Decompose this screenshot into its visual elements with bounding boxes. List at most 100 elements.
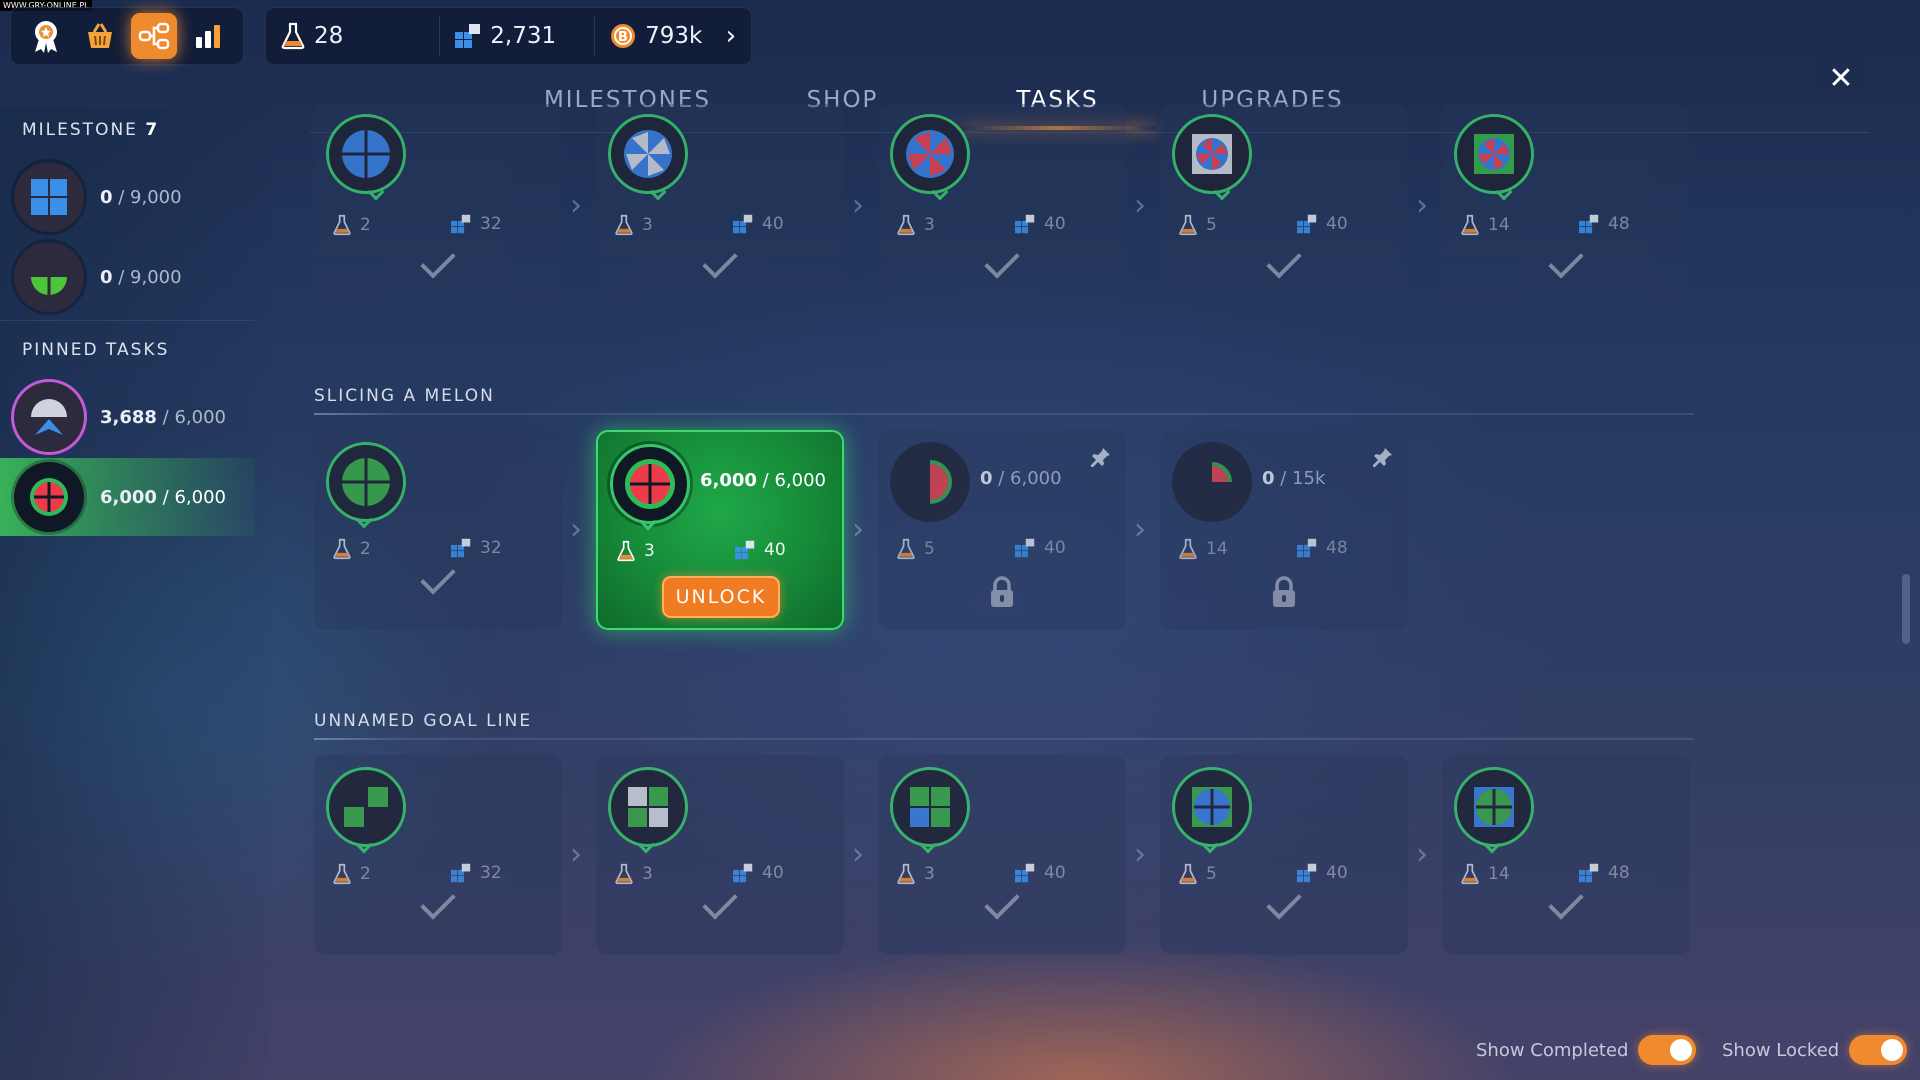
task-progress: 6,000 / 6,000 <box>700 470 826 491</box>
close-button[interactable]: ✕ <box>1815 53 1867 103</box>
parts-blocks-icon <box>733 214 753 234</box>
parts-blocks-icon <box>1579 863 1599 883</box>
task-card[interactable]: 2 32 <box>314 755 562 955</box>
green-circle-in-blue-square-icon <box>1474 787 1514 827</box>
stats-nav-button[interactable] <box>185 13 231 59</box>
parts-cost: 40 <box>1296 863 1348 883</box>
task-shape-badge <box>326 114 406 194</box>
resource-bar: 28 2,731 B 793k › <box>265 7 752 65</box>
task-card-locked[interactable]: 0 / 15k 14 48 <box>1160 430 1408 630</box>
checkmark-icon <box>1266 884 1302 920</box>
windmill-in-square-icon <box>1192 134 1232 174</box>
checkmark-icon <box>1548 243 1584 279</box>
parts-cost: 40 <box>1296 214 1348 234</box>
task-card[interactable]: 2 32 <box>314 104 562 304</box>
task-shape-badge <box>1172 767 1252 847</box>
chevron-right-icon: › <box>852 188 864 223</box>
checkmark-icon <box>420 884 456 920</box>
grey-blue-shape-icon <box>14 382 84 452</box>
parts-cost: 40 <box>1014 214 1066 234</box>
flask-icon <box>1179 214 1197 236</box>
research-cost: 14 <box>1178 538 1228 560</box>
milestones-nav-button[interactable] <box>23 13 69 59</box>
chevron-right-icon: › <box>1134 512 1146 547</box>
task-card[interactable]: 14 48 <box>1442 755 1690 955</box>
chevron-right-icon: › <box>1416 837 1428 872</box>
task-shape-badge <box>890 442 970 522</box>
parts-blocks-icon <box>733 863 753 883</box>
lock-icon <box>1270 575 1298 613</box>
task-card[interactable]: 5 40 <box>1160 755 1408 955</box>
research-cost: 3 <box>614 214 653 236</box>
checkmark-icon <box>420 559 456 595</box>
milestone-progress: 0 / 9,000 <box>100 266 182 288</box>
task-shape-badge <box>608 114 688 194</box>
close-icon: ✕ <box>1828 60 1854 96</box>
blue-circle-in-green-square-icon <box>1192 787 1232 827</box>
task-card[interactable]: 3 40 <box>878 104 1126 304</box>
task-card[interactable]: 3 40 <box>596 755 844 955</box>
milestone-item[interactable]: 0 / 9,000 <box>0 158 255 236</box>
task-card[interactable]: 14 48 <box>1442 104 1690 304</box>
pinned-tasks-heading: PINNED TASKS <box>22 340 170 360</box>
green-half-circle-shape-icon <box>14 242 84 312</box>
basket-icon <box>88 23 112 48</box>
milestone-progress: 0 / 9,000 <box>100 186 182 208</box>
milestone-item[interactable]: 0 / 9,000 <box>0 238 255 316</box>
flask-icon <box>1179 863 1197 885</box>
research-cost: 3 <box>616 540 655 562</box>
tasks-nav-button[interactable] <box>131 13 177 59</box>
milestone-label: MILESTONE <box>22 120 138 140</box>
shop-nav-button[interactable] <box>77 13 123 59</box>
task-card[interactable]: 2 32 <box>314 430 562 630</box>
task-shape-badge <box>1454 114 1534 194</box>
parts-blocks-icon <box>455 24 481 48</box>
red-blue-windmill-icon <box>906 130 954 178</box>
melon-shape-icon <box>14 462 84 532</box>
flask-icon <box>1179 538 1197 560</box>
chevron-right-icon: › <box>570 837 582 872</box>
green-blue-squares-icon <box>910 787 950 827</box>
parts-blocks-icon <box>1297 863 1317 883</box>
coins-counter: B 793k <box>595 22 702 50</box>
green-grey-squares-icon <box>628 787 668 827</box>
task-shape-badge <box>890 114 970 194</box>
flask-icon <box>333 538 351 560</box>
research-cost: 2 <box>332 863 371 885</box>
pin-icon[interactable] <box>1090 446 1112 472</box>
task-card[interactable]: 5 40 <box>1160 104 1408 304</box>
flask-icon <box>1461 214 1479 236</box>
show-locked-toggle-group: Show Locked <box>1722 1035 1908 1065</box>
pinned-task-item[interactable]: 3,688 / 6,000 <box>0 378 255 456</box>
task-card-active[interactable]: 6,000 / 6,000 3 40 UNLOCK <box>596 430 844 630</box>
unlock-button[interactable]: UNLOCK <box>662 576 780 618</box>
pinned-task-item[interactable]: 6,000 / 6,000 <box>0 458 255 536</box>
windmill-in-green-square-icon <box>1474 134 1514 174</box>
show-completed-toggle-group: Show Completed <box>1476 1035 1697 1065</box>
flask-icon <box>615 214 633 236</box>
chevron-right-icon: › <box>570 188 582 223</box>
task-progress: 0 / 15k <box>1262 468 1326 489</box>
task-shape-badge <box>608 767 688 847</box>
show-locked-toggle[interactable] <box>1849 1035 1908 1065</box>
show-completed-toggle[interactable] <box>1638 1035 1697 1065</box>
parts-cost: 40 <box>1014 863 1066 883</box>
task-card[interactable]: 3 40 <box>596 104 844 304</box>
parts-cost: 40 <box>732 214 784 234</box>
red-green-semicircle-icon <box>930 460 952 504</box>
task-card[interactable]: 3 40 <box>878 755 1126 955</box>
task-shape-badge <box>1172 442 1252 522</box>
green-quartered-circle-icon <box>342 458 390 506</box>
parts-blocks-icon <box>1297 538 1317 558</box>
blue-grey-windmill-icon <box>624 130 672 178</box>
pin-icon[interactable] <box>1372 446 1394 472</box>
milestone-heading: MILESTONE 7 <box>22 120 159 140</box>
task-card-locked[interactable]: 0 / 6,000 5 40 <box>878 430 1126 630</box>
melon-shape-icon <box>625 459 675 509</box>
chevron-right-icon: › <box>1416 188 1428 223</box>
parts-blocks-icon <box>1297 214 1317 234</box>
research-value: 28 <box>314 23 344 49</box>
expand-resources-button[interactable]: › <box>711 8 751 64</box>
scrollbar[interactable] <box>1902 574 1910 644</box>
research-cost: 5 <box>1178 863 1217 885</box>
